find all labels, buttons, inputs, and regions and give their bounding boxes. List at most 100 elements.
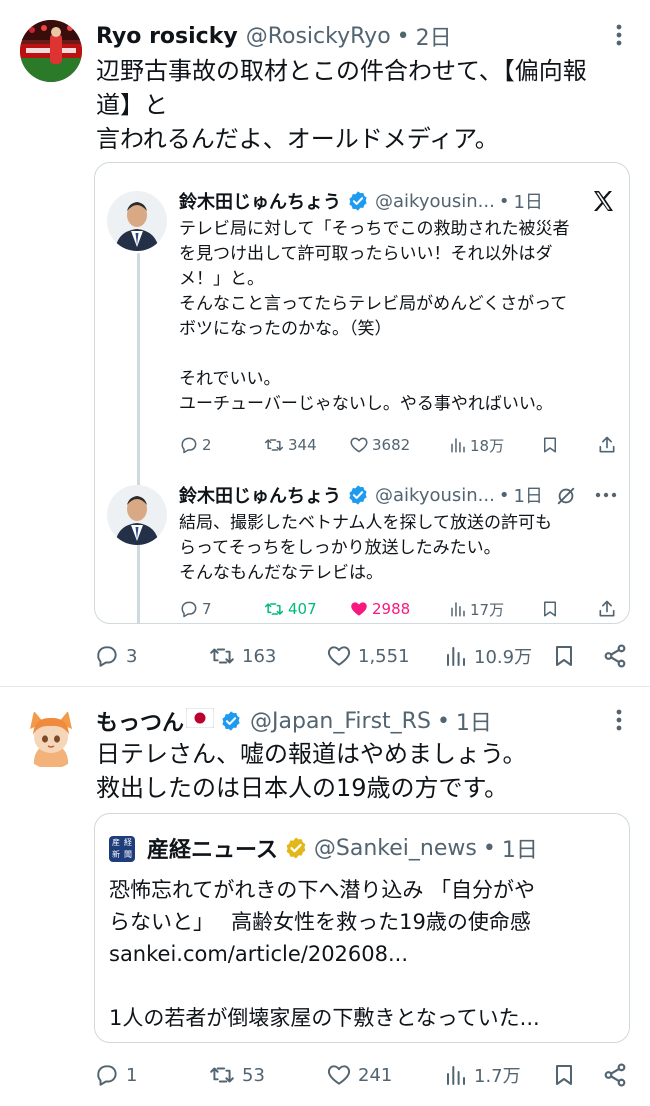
user-handle[interactable]: @Japan_First_RS xyxy=(250,709,431,734)
display-name[interactable]: 鈴木田じゅんちょう xyxy=(179,482,341,508)
quoted-post-header: 鈴木田じゅんちょう @aikyousin... • 1日 xyxy=(179,187,543,215)
display-name[interactable]: もっつん xyxy=(96,705,184,737)
post-time[interactable]: 1日 xyxy=(456,705,492,737)
bookmark-button[interactable] xyxy=(552,643,576,669)
quoted-post-text: テレビ局に対して「そっちでこの救助された被災者 を見つけ出して許可取ったらいい！… xyxy=(179,217,619,417)
quoted-thread-card[interactable]: 鈴木田じゅんちょう @aikyousin... • 1日 テレビ局に対して「そっ… xyxy=(94,162,630,624)
views-button[interactable]: 10.9万 xyxy=(444,643,532,669)
user-handle[interactable]: @Sankei_news xyxy=(314,836,477,861)
more-options-icon[interactable] xyxy=(593,483,619,511)
quoted-text-line: 1人の若者が倒壊家屋の下敷きとなっていた... xyxy=(109,1006,540,1030)
avatar[interactable] xyxy=(107,485,167,545)
quoted-text-line: 結局、撮影したベトナム人を探して放送の許可も xyxy=(179,513,552,533)
heart-icon xyxy=(327,1065,351,1085)
display-name[interactable]: Ryo rosicky xyxy=(96,24,238,49)
reply-count: 3 xyxy=(126,645,138,667)
repost-button[interactable]: 344 xyxy=(263,435,317,455)
article-link[interactable]: sankei.com/article/202608... xyxy=(109,938,619,970)
user-handle[interactable]: @RosickyRyo xyxy=(246,24,391,49)
post-text: 辺野古事故の取材とこの件合わせて、【偏向報 道】と 言われるんだよ、オールドメデ… xyxy=(96,54,636,156)
grok-icon[interactable] xyxy=(555,485,577,511)
views-chart-icon xyxy=(451,602,465,617)
quoted-action-bar: 7 407 2988 17万 xyxy=(179,597,619,621)
quoted-post-header: 鈴木田じゅんちょう @aikyousin... • 1日 xyxy=(179,481,543,509)
bookmark-icon xyxy=(544,601,556,617)
post-mottsun[interactable]: もっつん @Japan_First_RS • 1日 日テレさん、嘘の報道はやめま… xyxy=(0,687,650,1106)
more-options-icon[interactable] xyxy=(612,707,626,739)
share-button[interactable] xyxy=(597,599,617,619)
display-name[interactable]: 産経ニュース xyxy=(147,832,278,864)
quoted-text-line: ボツになったのかな。（笑） xyxy=(179,319,392,339)
like-count: 1,551 xyxy=(358,645,410,667)
reply-button[interactable]: 7 xyxy=(179,599,212,619)
avatar[interactable] xyxy=(20,20,82,82)
avatar[interactable] xyxy=(107,191,167,251)
post-ryo-rosicky[interactable]: Ryo rosicky @RosickyRyo • 2日 辺野古事故の取材とこの… xyxy=(0,0,650,686)
repost-count: 344 xyxy=(288,436,317,454)
post-text-line: 言われるんだよ、オールドメディア。 xyxy=(96,125,499,153)
views-button[interactable]: 1.7万 xyxy=(444,1062,521,1088)
post-header: Ryo rosicky @RosickyRyo • 2日 xyxy=(96,20,452,52)
verified-badge-icon xyxy=(220,710,242,732)
separator-dot: • xyxy=(396,23,410,49)
reply-button[interactable]: 2 xyxy=(179,435,212,455)
share-button[interactable] xyxy=(602,643,628,669)
like-button[interactable]: 2988 xyxy=(349,599,410,619)
share-button[interactable] xyxy=(597,435,617,455)
share-button[interactable] xyxy=(602,1062,628,1088)
post-action-bar: 3 163 1,551 10.9万 xyxy=(94,642,634,670)
more-options-icon[interactable] xyxy=(612,22,626,54)
repost-icon xyxy=(264,439,284,451)
japan-flag-icon xyxy=(185,707,215,734)
separator-dot: • xyxy=(436,708,450,734)
post-text-line: 日テレさん、嘘の報道はやめましょう。 xyxy=(96,740,527,768)
reply-icon xyxy=(181,601,197,618)
like-button[interactable]: 3682 xyxy=(349,435,410,455)
post-text-line: 辺野古事故の取材とこの件合わせて、【偏向報 xyxy=(96,57,587,85)
post-time[interactable]: 1日 xyxy=(513,482,542,508)
repost-button[interactable]: 163 xyxy=(208,643,276,669)
quoted-post-card[interactable]: 産 経 新 聞 産経ニュース @Sankei_news • 1日 恐怖忘れてがれ… xyxy=(94,813,630,1043)
like-count: 241 xyxy=(358,1064,393,1086)
post-action-bar: 1 53 241 1.7万 xyxy=(94,1061,634,1089)
like-button[interactable]: 1,551 xyxy=(326,643,410,669)
reply-button[interactable]: 3 xyxy=(94,643,137,669)
quoted-text-line: テレビ局に対して「そっちでこの救助された被災者 xyxy=(179,219,570,239)
post-time[interactable]: 1日 xyxy=(513,188,542,214)
logo-char: 聞 xyxy=(124,850,132,859)
quoted-text-line: ユーチューバーじゃないし。やる事やればいい。 xyxy=(179,394,553,414)
user-handle[interactable]: @aikyousin... xyxy=(375,485,495,506)
logo-char: 新 xyxy=(112,850,120,859)
post-time[interactable]: 1日 xyxy=(502,832,538,864)
reply-count: 1 xyxy=(126,1064,138,1086)
quoted-text-line xyxy=(179,342,619,367)
repost-count: 163 xyxy=(242,645,277,667)
post-text-line: 道】と xyxy=(96,91,168,119)
quoted-text-line: を見つけ出して許可取ったらいい！それ以外はダ xyxy=(179,244,553,264)
like-button[interactable]: 241 xyxy=(326,1062,392,1088)
verified-badge-icon xyxy=(347,190,369,212)
views-button[interactable]: 17万 xyxy=(449,599,504,620)
quoted-text-line: そんなもんだなテレビは。 xyxy=(179,563,383,583)
views-button[interactable]: 18万 xyxy=(449,435,504,456)
user-handle[interactable]: @aikyousin... xyxy=(375,191,495,212)
reply-count: 2 xyxy=(202,436,212,454)
views-count: 17万 xyxy=(470,600,505,619)
display-name[interactable]: 鈴木田じゅんちょう xyxy=(179,188,341,214)
views-count: 1.7万 xyxy=(474,1066,521,1087)
bookmark-button[interactable] xyxy=(541,435,559,455)
quoted-text-line: それでいい。 xyxy=(179,369,281,389)
post-time[interactable]: 2日 xyxy=(416,20,452,52)
reply-icon xyxy=(181,437,197,454)
repost-button[interactable]: 407 xyxy=(263,599,317,619)
reply-icon xyxy=(97,646,117,667)
reply-button[interactable]: 1 xyxy=(94,1062,137,1088)
bookmark-button[interactable] xyxy=(552,1062,576,1088)
heart-filled-icon xyxy=(351,602,367,616)
repost-count: 407 xyxy=(288,600,317,618)
logo-char: 経 xyxy=(124,838,132,847)
avatar[interactable] xyxy=(20,707,82,769)
bookmark-button[interactable] xyxy=(541,599,559,619)
repost-button[interactable]: 53 xyxy=(208,1062,265,1088)
views-count: 10.9万 xyxy=(474,647,533,668)
